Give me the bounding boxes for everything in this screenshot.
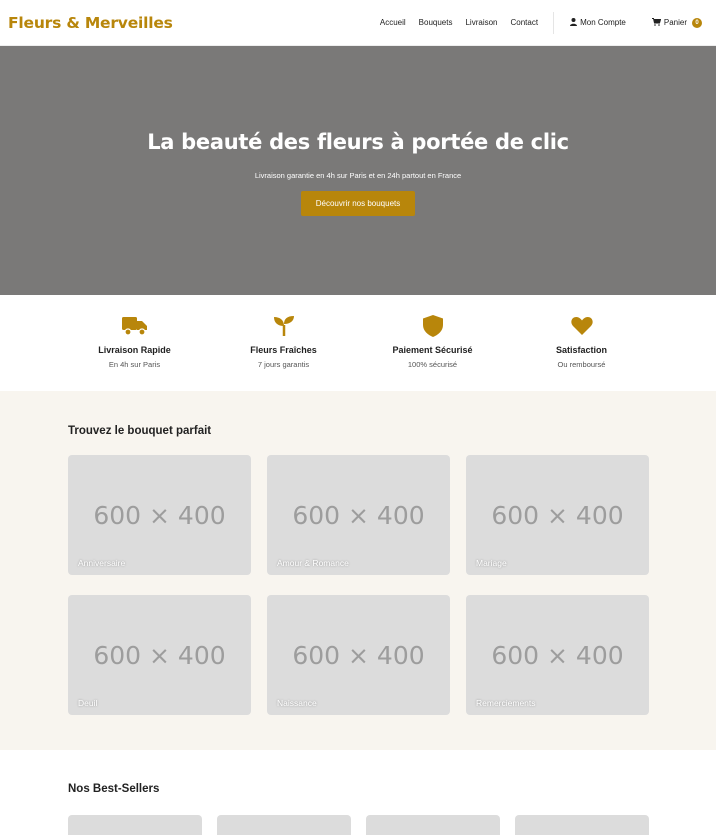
main-nav: Accueil Bouquets Livraison Contact Mon C…	[367, 0, 708, 45]
occasions-grid: 600 × 400 Anniversaire 600 × 400 Amour &…	[68, 455, 649, 715]
feature-title: Satisfaction	[555, 345, 607, 355]
bestsellers-title: Nos Best-Sellers	[68, 783, 160, 795]
feature-subtitle: Ou remboursé	[557, 360, 606, 369]
nav-link-contact[interactable]: Contact	[511, 18, 539, 27]
cart-label: Panier	[663, 18, 687, 27]
product-card[interactable]	[515, 815, 649, 835]
cart-icon	[651, 17, 662, 28]
product-card[interactable]	[68, 815, 202, 835]
account-label: Mon Compte	[580, 18, 626, 27]
features-bar: Livraison Rapide En 4h sur Paris Fleurs …	[0, 295, 716, 391]
nav-divider	[553, 11, 555, 34]
occasion-label: Remerciements	[476, 698, 536, 708]
cart-link[interactable]: Panier 0	[651, 17, 702, 28]
image-placeholder: 600 × 400	[93, 640, 226, 670]
occasion-card-mariage[interactable]: 600 × 400 Mariage	[466, 455, 649, 575]
occasion-card-naissance[interactable]: 600 × 400 Naissance	[267, 595, 450, 715]
product-card[interactable]	[366, 815, 500, 835]
image-placeholder: 600 × 400	[93, 500, 226, 530]
hero-title: La beauté des fleurs à portée de clic	[147, 130, 569, 154]
feature-subtitle: 7 jours garantis	[257, 360, 310, 369]
feature-satisfaction: Satisfaction Ou remboursé	[507, 295, 656, 391]
truck-icon	[60, 315, 209, 337]
feature-title: Fleurs Fraîches	[250, 345, 317, 355]
seedling-icon	[209, 315, 358, 337]
feature-title: Paiement Sécurisé	[392, 345, 473, 355]
heart-icon	[507, 315, 656, 337]
site-header: Fleurs & Merveilles Accueil Bouquets Liv…	[0, 0, 716, 46]
image-placeholder: 600 × 400	[292, 500, 425, 530]
occasion-label: Amour & Romance	[277, 558, 349, 568]
account-link[interactable]: Mon Compte	[570, 17, 626, 28]
occasion-card-deuil[interactable]: 600 × 400 Deuil	[68, 595, 251, 715]
site-logo[interactable]: Fleurs & Merveilles	[8, 14, 173, 32]
nav-link-accueil[interactable]: Accueil	[380, 18, 406, 27]
feature-subtitle: 100% sécurisé	[407, 360, 458, 369]
bestsellers-grid	[68, 815, 649, 835]
shield-icon	[358, 315, 507, 337]
cart-count-badge: 0	[692, 17, 702, 28]
occasion-card-remerciements[interactable]: 600 × 400 Remerciements	[466, 595, 649, 715]
occasions-title: Trouvez le bouquet parfait	[68, 425, 212, 437]
user-icon	[570, 17, 578, 28]
hero-banner: La beauté des fleurs à portée de clic Li…	[0, 46, 716, 295]
feature-subtitle: En 4h sur Paris	[108, 360, 161, 369]
bestsellers-section: Nos Best-Sellers	[0, 750, 716, 835]
occasion-card-amour-romance[interactable]: 600 × 400 Amour & Romance	[267, 455, 450, 575]
occasions-section: Trouvez le bouquet parfait 600 × 400 Ann…	[0, 391, 716, 750]
image-placeholder: 600 × 400	[491, 640, 624, 670]
image-placeholder: 600 × 400	[292, 640, 425, 670]
image-placeholder: 600 × 400	[491, 500, 624, 530]
occasion-card-anniversaire[interactable]: 600 × 400 Anniversaire	[68, 455, 251, 575]
feature-fresh: Fleurs Fraîches 7 jours garantis	[209, 295, 358, 391]
feature-title: Livraison Rapide	[98, 345, 171, 355]
occasion-label: Anniversaire	[78, 558, 126, 568]
feature-secure-payment: Paiement Sécurisé 100% sécurisé	[358, 295, 507, 391]
occasion-label: Naissance	[277, 698, 317, 708]
nav-link-bouquets[interactable]: Bouquets	[419, 18, 453, 27]
feature-delivery: Livraison Rapide En 4h sur Paris	[60, 295, 209, 391]
discover-bouquets-button[interactable]: Découvrir nos bouquets	[300, 191, 416, 216]
product-card[interactable]	[217, 815, 351, 835]
occasion-label: Mariage	[476, 558, 507, 568]
occasion-label: Deuil	[78, 698, 98, 708]
hero-subtitle: Livraison garantie en 4h sur Paris et en…	[254, 171, 462, 180]
nav-link-livraison[interactable]: Livraison	[465, 18, 497, 27]
